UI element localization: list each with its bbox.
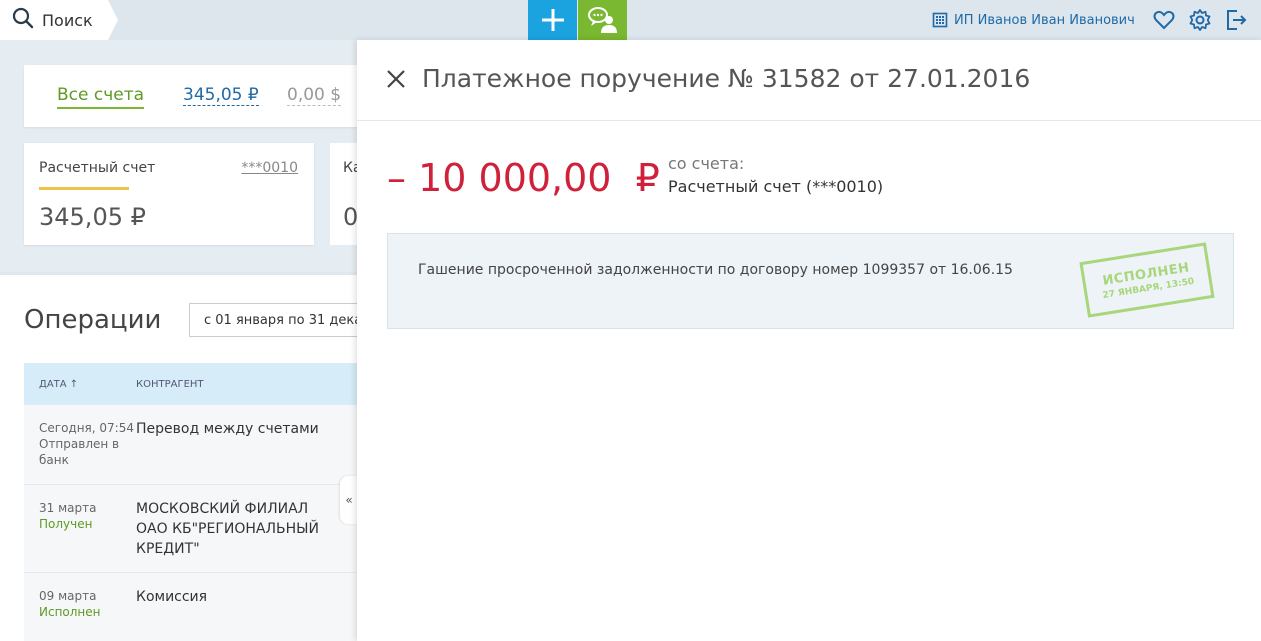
favorites-button[interactable] [1152,8,1176,32]
row-date: 31 марта [39,501,97,515]
row-counterparty: МОСКОВСКИЙ ФИЛИАЛ ОАО КБ"РЕГИОНАЛЬНЫЙ КР… [136,501,319,557]
logout-icon [1227,10,1247,30]
search-button[interactable]: Поиск [0,0,118,40]
user-account-menu[interactable]: ИП Иванов Иван Иванович [932,0,1135,40]
table-row[interactable]: Сегодня, 07:54 Отправлен в банк Перевод … [24,405,360,485]
payment-amount: – 10 000,00 ₽ [387,156,660,200]
heart-icon [1153,10,1175,30]
row-date: Сегодня, 07:54 [39,421,134,435]
date-range-filter[interactable]: с 01 января по 31 декабря [189,303,369,337]
status-stamp: ИСПОЛНЕН 27 ЯНВАРЯ, 13:50 [1079,242,1215,318]
operations-section: Операции с 01 января по 31 декабря ДАТА … [0,272,369,641]
account-title: Расчетный счет [39,160,156,176]
table-row[interactable]: 31 марта Получен МОСКОВСКИЙ ФИЛИАЛ ОАО К… [24,485,360,573]
account-balance: 345,05 ₽ [39,203,146,231]
from-account-label: со счета: [668,154,745,173]
row-date: 09 марта [39,589,97,603]
payment-purpose: Гашение просроченной задолженности по до… [418,262,1013,278]
plus-icon [541,9,564,31]
tab-usd-balance[interactable]: 0,00 $ [287,85,342,106]
search-icon [12,7,34,33]
payment-purpose-box: Гашение просроченной задолженности по до… [387,233,1234,329]
account-card[interactable]: Расчетный счет ***0010 345,05 ₽ [24,143,314,245]
payment-detail-panel: Платежное поручение № 31582 от 27.01.201… [357,40,1261,641]
accounts-tabs: Все счета 345,05 ₽ 0,00 $ [24,65,384,127]
from-account-value: Расчетный счет (***0010) [668,177,884,196]
top-bar: Поиск ИП Иванов Иван Иванович [0,0,1261,40]
chat-support-button[interactable] [578,0,627,40]
date-range-label: с 01 января по 31 декабря [204,312,369,328]
building-icon [932,12,948,28]
row-counterparty: Комиссия [136,589,208,605]
table-header: ДАТА ↑ КОНТРАГЕНТ [24,363,360,405]
row-counterparty: Перевод между счетами [136,421,319,437]
panel-header: Платежное поручение № 31582 от 27.01.201… [357,40,1261,121]
account-balance-2: 0 [343,203,359,231]
payment-title: Платежное поручение № 31582 от 27.01.201… [422,64,1031,93]
close-icon [387,70,405,88]
chat-user-icon [587,7,617,33]
settings-button[interactable] [1188,8,1212,32]
row-status: Отправлен в банк [39,437,120,467]
column-counterparty[interactable]: КОНТРАГЕНТ [136,379,204,390]
logout-button[interactable] [1224,8,1248,32]
operations-title: Операции [24,305,162,335]
account-number[interactable]: ***0010 [241,160,298,176]
row-status: Получен [39,517,93,531]
add-button[interactable] [528,0,577,40]
collapse-panel-button[interactable]: « [340,476,358,524]
operations-table: ДАТА ↑ КОНТРАГЕНТ Сегодня, 07:54 Отправл… [24,363,360,641]
account-color-bar [39,187,129,190]
user-name: ИП Иванов Иван Иванович [954,12,1135,28]
column-date[interactable]: ДАТА ↑ [24,379,136,390]
search-label: Поиск [42,10,93,30]
gear-icon [1189,9,1211,31]
tab-rub-balance[interactable]: 345,05 ₽ [183,85,259,106]
table-row[interactable]: 09 марта Исполнен Комиссия [24,573,360,641]
close-button[interactable] [385,68,407,90]
tab-all-accounts[interactable]: Все счета [57,85,145,109]
row-status: Исполнен [39,605,101,619]
